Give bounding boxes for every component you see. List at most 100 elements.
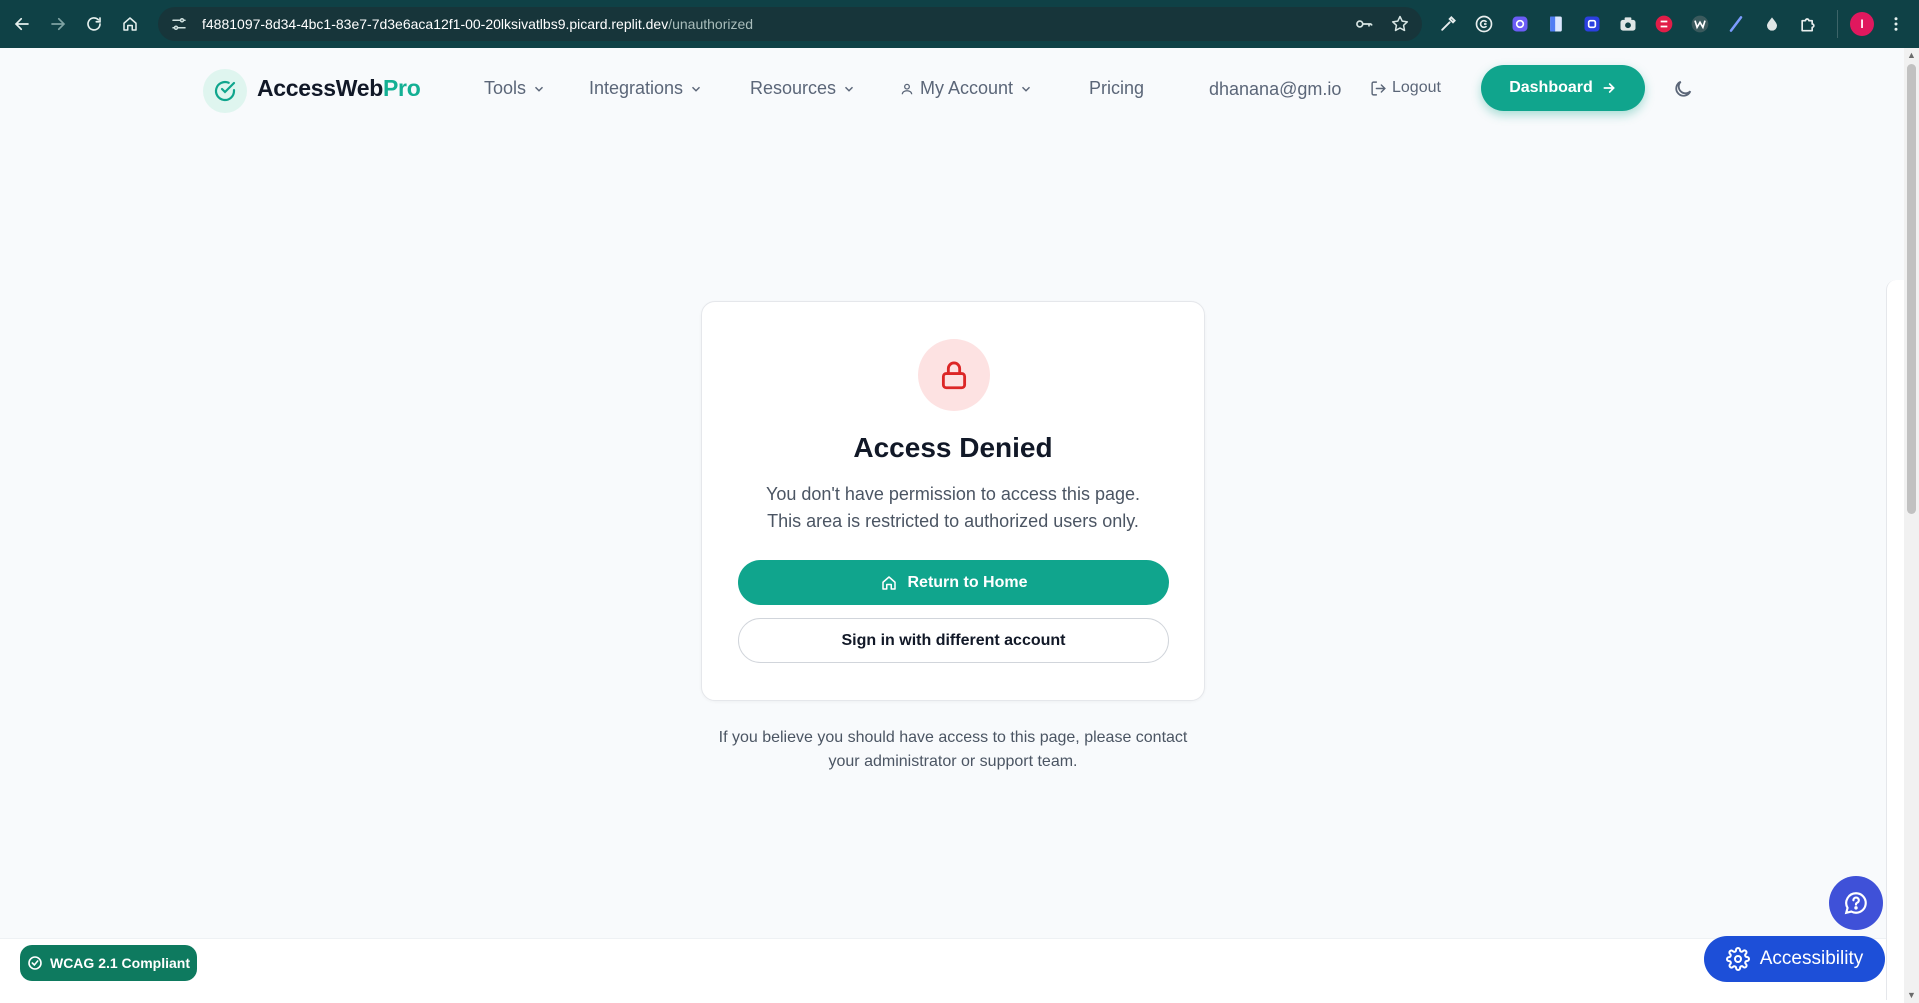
url-path: /unauthorized [668,16,754,32]
logout-label: Logout [1392,79,1441,96]
access-message-line-2: This area is restricted to authorized us… [767,511,1139,531]
nav-resources-label: Resources [750,78,837,98]
ext-grammarly[interactable] [1472,12,1496,36]
ext-red-badge[interactable] [1652,12,1676,36]
logo-badge[interactable] [203,69,247,113]
page-footer-strip [0,938,1904,1003]
access-message-line-1: You don't have permission to access this… [765,484,1140,504]
contact-admin-note: If you believe you should have access to… [640,726,1266,774]
more-vertical-icon [1894,17,1898,31]
logout-button[interactable]: Logout [1370,79,1441,97]
camera-icon [1620,17,1636,31]
wcag-badge[interactable]: WCAG 2.1 Compliant [20,945,197,981]
scroll-thumb[interactable] [1907,64,1916,514]
blue-square-icon [1584,16,1600,32]
access-message: You don't have permission to access this… [702,481,1204,535]
dashboard-button[interactable]: Dashboard [1481,65,1645,111]
arrow-left-icon [14,17,29,31]
access-denied-card: Access Denied You don't have permission … [701,301,1205,701]
check-circle-icon [214,80,236,102]
contact-note-line-2: your administrator or support team. [828,753,1078,770]
browser-toolbar: f4881097-8d34-4bc1-83e7-7d3e6aca12f1-00-… [0,0,1919,48]
ext-purple-gear[interactable] [1508,12,1532,36]
page-scrollbar[interactable]: ▲ ▼ [1904,48,1919,1003]
chevron-down-icon [845,86,854,92]
wcag-label: WCAG 2.1 Compliant [49,955,190,971]
logout-icon [1371,80,1386,96]
red-badge-icon [1655,15,1673,33]
ext-w[interactable] [1688,12,1712,36]
dashboard-label: Dashboard [1509,79,1593,96]
site-header: AccessWebPro Tools Integrations Resource… [0,48,1904,130]
nav-pricing[interactable]: Pricing [1089,78,1144,99]
omnibox-actions [1354,14,1410,34]
logo-wordmark[interactable]: AccessWebPro [257,75,421,102]
return-home-button[interactable]: Return to Home [738,560,1169,605]
url-text: f4881097-8d34-4bc1-83e7-7d3e6aca12f1-00-… [202,16,753,32]
sign-in-different-account-button[interactable]: Sign in with different account [738,618,1169,663]
nav-my-account-label: My Account [920,78,1014,98]
check-circle-icon [28,956,42,970]
reload-button[interactable] [76,0,112,48]
logo-accent: Pro [383,75,421,101]
chat-help-button[interactable] [1829,876,1883,930]
chevron-down-icon [1022,86,1031,92]
lock-icon [941,361,967,390]
page-title: Access Denied [853,432,1053,463]
ext-eyedropper[interactable] [1436,12,1460,36]
ext-feather[interactable] [1724,12,1748,36]
moon-icon[interactable] [1672,78,1694,100]
grammarly-icon [1475,15,1493,33]
gear-icon [1725,947,1750,971]
contact-note-line-1: If you believe you should have access to… [718,729,1188,746]
nav-my-account[interactable]: My Account [900,78,1033,99]
user-icon [901,83,913,94]
puzzle-icon [1801,18,1815,32]
nav-integrations-label: Integrations [589,78,684,98]
nav-tools-label: Tools [484,78,527,98]
reload-icon [87,17,101,31]
accessibility-button[interactable]: Accessibility [1704,936,1885,982]
url-host: f4881097-8d34-4bc1-83e7-7d3e6aca12f1-00-… [202,16,669,32]
w-letter-icon [1691,15,1709,33]
scroll-up-arrow[interactable]: ▲ [1907,51,1916,60]
return-home-label: Return to Home [907,573,1028,591]
profile-initial: I [1860,17,1864,31]
purple-badge-icon [1512,16,1528,32]
profile-avatar[interactable]: I [1850,12,1874,36]
eyedropper-icon [1441,16,1456,31]
nav-integrations[interactable]: Integrations [589,78,703,99]
chat-question-icon [1844,892,1867,915]
back-button[interactable] [4,0,40,48]
chevron-down-icon [692,86,701,92]
scroll-down-arrow[interactable]: ▼ [1907,991,1916,1000]
address-bar[interactable]: f4881097-8d34-4bc1-83e7-7d3e6aca12f1-00-… [158,7,1422,41]
user-email: dhanana@gm.io [1209,79,1342,99]
side-panel-edge [1886,280,1904,1000]
ext-puzzle[interactable] [1796,12,1820,36]
document-icon [1550,16,1562,32]
home-icon [881,575,896,590]
home-icon [123,17,137,31]
site-info-icon[interactable] [170,15,188,33]
forward-button[interactable] [40,0,76,48]
accessibility-label: Accessibility [1759,948,1864,969]
extensions-row [1436,12,1820,36]
sign-in-label: Sign in with different account [841,631,1066,649]
ext-drop[interactable] [1760,12,1784,36]
feather-icon [1729,16,1743,32]
chevron-down-icon [535,86,544,92]
nav-pricing-label: Pricing [1089,78,1145,98]
nav-resources[interactable]: Resources [750,78,856,99]
ext-camera[interactable] [1616,12,1640,36]
ext-document[interactable] [1544,12,1568,36]
browser-menu-button[interactable] [1888,12,1904,36]
ext-blue-square[interactable] [1580,12,1604,36]
lock-badge [918,339,990,411]
home-browser-button[interactable] [112,0,148,48]
password-key-icon[interactable] [1354,14,1374,34]
arrow-right-icon [1603,83,1615,93]
nav-tools[interactable]: Tools [484,78,546,99]
toolbar-divider [1837,10,1838,38]
bookmark-star-icon[interactable] [1390,14,1410,34]
